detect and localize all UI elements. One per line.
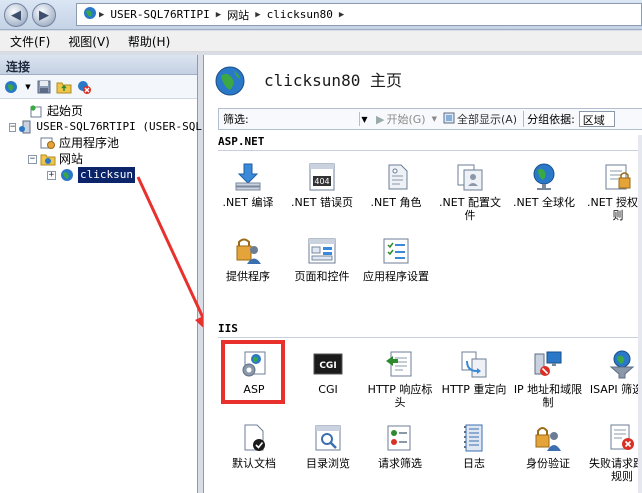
feature-directory-browsing[interactable]: 目录浏览 — [292, 422, 364, 470]
tile-label: .NET 配置文件 — [439, 196, 501, 222]
globalization-icon — [527, 161, 561, 193]
tile-label: .NET 全球化 — [513, 196, 575, 209]
main-panel: clicksun80 主页 筛选: ▼ ▶ 开始(G) ▼ 全部显示(A) 分组… — [203, 55, 642, 493]
section-divider — [218, 337, 642, 338]
tile-label: HTTP 响应标头 — [367, 383, 433, 409]
page-title: clicksun80 主页 — [264, 71, 402, 90]
providers-icon — [231, 235, 265, 267]
feature-providers[interactable]: 提供程序 — [212, 235, 284, 283]
app-settings-icon — [379, 235, 413, 267]
tile-label: 目录浏览 — [306, 457, 350, 470]
tile-label: 失败请求跟踪规则 — [589, 457, 642, 483]
toolbar-divider — [523, 111, 525, 127]
section-iis: IIS — [218, 322, 642, 338]
tile-label: .NET 错误页 — [291, 196, 353, 209]
isapi-filters-icon — [605, 348, 639, 380]
group-by-label: 分组依据: — [527, 113, 575, 126]
vertical-scrollbar[interactable] — [638, 135, 642, 493]
feature-isapi-filters[interactable]: ISAPI 筛选器 — [586, 348, 642, 396]
feature-net-authorization[interactable]: .NET 授权规则 — [582, 161, 642, 222]
feature-cgi[interactable]: CGI CGI — [292, 348, 364, 396]
tile-label: 身份验证 — [526, 457, 570, 470]
dropdown-arrow-icon: ▼ — [361, 114, 368, 124]
tile-label: 应用程序设置 — [363, 270, 429, 283]
tile-label: 日志 — [463, 457, 485, 470]
tile-label: 提供程序 — [226, 270, 270, 283]
tile-label: 默认文档 — [232, 457, 276, 470]
group-by-select[interactable]: 区域 — [578, 111, 615, 127]
show-all-icon — [443, 112, 455, 127]
default-document-icon — [237, 422, 271, 454]
feature-net-error-pages[interactable]: 404 .NET 错误页 — [286, 161, 358, 209]
section-title: IIS — [218, 322, 238, 335]
pages-controls-icon — [305, 235, 339, 267]
tile-label: CGI — [318, 383, 338, 396]
go-button[interactable]: ▶ 开始(G) — [373, 111, 429, 127]
feature-failed-request-tracing[interactable]: 失败请求跟踪规则 — [586, 422, 642, 483]
filter-dropdown[interactable]: ▼ — [359, 112, 369, 126]
tile-label: ISAPI 筛选器 — [589, 383, 642, 396]
show-all-button[interactable]: 全部显示(A) — [440, 111, 520, 127]
go-icon: ▶ — [376, 112, 385, 126]
directory-browsing-icon — [311, 422, 345, 454]
feature-pages-controls[interactable]: 页面和控件 — [286, 235, 358, 283]
authentication-icon — [531, 422, 565, 454]
response-headers-icon — [383, 348, 417, 380]
tile-label: IP 地址和域限制 — [513, 383, 583, 409]
request-filtering-icon — [383, 422, 417, 454]
feature-net-profile[interactable]: .NET 配置文件 — [434, 161, 506, 222]
feature-request-filtering[interactable]: 请求筛选 — [364, 422, 436, 470]
feature-http-response-headers[interactable]: HTTP 响应标头 — [364, 348, 436, 409]
filter-bar: 筛选: ▼ ▶ 开始(G) ▼ 全部显示(A) 分组依据: 区域 — [218, 108, 642, 130]
feature-net-compilation[interactable]: .NET 编译 — [212, 161, 284, 209]
feature-net-roles[interactable]: .NET 角色 — [360, 161, 432, 209]
tile-label: HTTP 重定向 — [441, 383, 507, 396]
feature-app-settings[interactable]: 应用程序设置 — [360, 235, 432, 283]
filter-label: 筛选: — [223, 113, 249, 126]
go-dropdown-icon[interactable]: ▼ — [429, 115, 440, 123]
section-title: ASP.NET — [218, 135, 265, 148]
feature-logging[interactable]: 日志 — [438, 422, 510, 470]
ip-restrictions-icon — [531, 348, 565, 380]
go-label: 开始(G) — [386, 113, 426, 126]
feature-net-globalization[interactable]: .NET 全球化 — [508, 161, 580, 209]
cgi-icon: CGI — [311, 348, 345, 380]
svg-text:404: 404 — [314, 177, 329, 186]
asp-highlight-box — [221, 340, 285, 404]
section-aspnet: ASP.NET — [218, 135, 642, 151]
tile-label: .NET 授权规则 — [587, 196, 642, 222]
tile-label: 请求筛选 — [378, 457, 422, 470]
logging-icon — [457, 422, 491, 454]
error-page-icon: 404 — [305, 161, 339, 193]
show-all-label: 全部显示(A) — [456, 113, 518, 126]
failed-request-tracing-icon — [605, 422, 639, 454]
feature-authentication[interactable]: 身份验证 — [512, 422, 584, 470]
feature-http-redirect[interactable]: HTTP 重定向 — [438, 348, 510, 396]
tile-label: 页面和控件 — [294, 270, 350, 283]
profile-config-icon — [453, 161, 487, 193]
svg-text:CGI: CGI — [319, 361, 336, 371]
feature-default-document[interactable]: 默认文档 — [218, 422, 290, 470]
section-divider — [218, 150, 642, 151]
tile-label: .NET 角色 — [370, 196, 422, 209]
compilation-icon — [231, 161, 265, 193]
feature-ip-domain-restrictions[interactable]: IP 地址和域限制 — [512, 348, 584, 409]
roles-tag-icon — [379, 161, 413, 193]
tile-label: .NET 编译 — [222, 196, 274, 209]
redirect-icon — [457, 348, 491, 380]
authorization-lock-icon — [601, 161, 635, 193]
site-globe-icon — [214, 65, 246, 97]
